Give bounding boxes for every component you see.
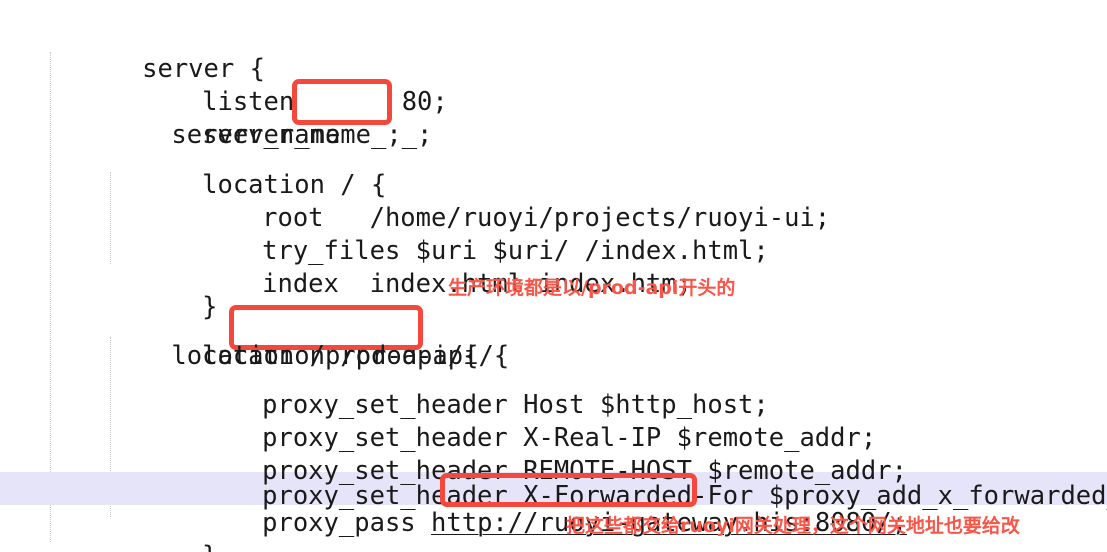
code-line-text: server_name _; [171,120,402,150]
code-line-6[interactable]: root /home/ruoyi/projects/ruoyi-ui; [0,169,1107,233]
code-line-7[interactable]: try_files $uri $uri/ /index.html; [0,202,1107,266]
code-line-1[interactable]: server { [0,20,1107,84]
code-line-13[interactable]: proxy_set_header X-Real-IP $remote_addr; [0,389,1107,453]
prod-api-location-overlay: location /prod-api/{ [0,307,1107,371]
code-block[interactable]: server { listen 80; server_name _; locat… [0,0,1107,552]
annotation-gateway: 把这些都交给ruoyi网关处理，这个网关地址也要给改 [566,515,1020,537]
code-line-text: location /prod-api/{ [171,341,479,371]
annotation-prod-api: 生产环境都是以/prod-api开头的 [448,277,736,299]
server-name-value-overlay: server_name _; [0,86,1107,150]
code-line-2[interactable]: listen 80; [0,53,1107,117]
code-line-text: } [92,540,217,552]
nginx-config-screenshot: server { listen 80; server_name _; locat… [0,0,1107,552]
code-line-16-proxy-pass[interactable]: proxy_pass http://ruoyi-gateway.his:8080… [0,474,1107,538]
